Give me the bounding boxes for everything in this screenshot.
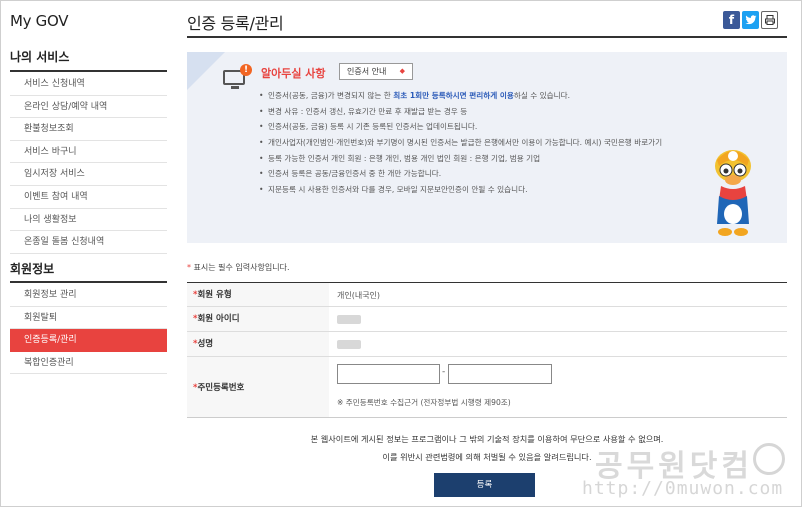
cert-guide-label: 인증서 안내 bbox=[347, 67, 387, 76]
notice-item: 등록 가능한 인증서 개인 회원 : 은행 개인, 범용 개인 법인 회원 : … bbox=[259, 154, 699, 165]
notice-list: 인증서(공동, 금융)가 변경되지 않는 한 최초 1회만 등록하시면 편리하게… bbox=[259, 91, 699, 201]
sidebar-item-service-history[interactable]: 서비스 신청내역 bbox=[10, 73, 167, 96]
sidebar-item-event-history[interactable]: 이벤트 참여 내역 bbox=[10, 186, 167, 209]
notice-corner-decoration bbox=[187, 52, 225, 90]
name-row: *성명 bbox=[187, 332, 787, 357]
notice-item: 변경 사유 : 인증서 갱신, 유효기간 만료 후 재발급 받는 경우 등 bbox=[259, 107, 699, 118]
rrn-separator: - bbox=[442, 367, 446, 377]
register-button[interactable]: 등록 bbox=[434, 473, 535, 497]
sidebar: My GOV 나의 서비스 서비스 신청내역 온라인 상담/예약 내역 환불청보… bbox=[10, 0, 167, 507]
name-label: *성명 bbox=[187, 332, 329, 356]
sidebar-item-temp-saved[interactable]: 임시저장 서비스 bbox=[10, 163, 167, 186]
sidebar-item-member-manage[interactable]: 회원정보 관리 bbox=[10, 284, 167, 307]
rrn-row: *주민등록번호 - ※ 주민등록번호 수집근거 (전자정부법 시행령 제90조) bbox=[187, 357, 787, 418]
member-id-row: *회원 아이디 bbox=[187, 307, 787, 332]
required-star-icon: * bbox=[187, 263, 191, 272]
print-icon[interactable] bbox=[761, 11, 778, 29]
rrn-back-input[interactable] bbox=[448, 364, 552, 384]
notice-item: 개인사업자(개인범인·개인번호)와 부기명이 명시된 인증서는 발급한 은행에서… bbox=[259, 138, 699, 149]
notice-item: 지문등록 시 사용한 인증서와 다를 경우, 모바일 지문보안인증이 안될 수 … bbox=[259, 185, 699, 196]
alert-icon: ! bbox=[240, 64, 252, 76]
rrn-front-input[interactable] bbox=[337, 364, 440, 384]
notice-item: 인증서 등록은 공동/금융인증서 중 한 개만 가능합니다. bbox=[259, 169, 699, 180]
mascot-illustration bbox=[715, 150, 751, 236]
sidebar-item-consult-history[interactable]: 온라인 상담/예약 내역 bbox=[10, 96, 167, 119]
watermark-logo-icon bbox=[753, 443, 785, 475]
sidebar-item-withdraw[interactable]: 회원탈퇴 bbox=[10, 307, 167, 330]
member-id-label: *회원 아이디 bbox=[187, 307, 329, 331]
notice-item: 인증서(공동, 금융)가 변경되지 않는 한 최초 1회만 등록하시면 편리하게… bbox=[259, 91, 699, 102]
sidebar-item-service-cart[interactable]: 서비스 바구니 bbox=[10, 141, 167, 164]
notice-box: ! 알아두실 사항 인증서 안내 ◆ 인증서(공동, 금융)가 변경되지 않는 한… bbox=[187, 52, 787, 243]
sidebar-item-cert-manage[interactable]: 인증등록/관리 bbox=[10, 329, 167, 352]
member-type-row: *회원 유형 개인(내국인) bbox=[187, 283, 787, 307]
member-type-value: 개인(내국인) bbox=[337, 291, 381, 300]
facebook-icon[interactable]: f bbox=[723, 11, 740, 29]
sidebar-item-refund-inquiry[interactable]: 환불청보조회 bbox=[10, 118, 167, 141]
rrn-label: *주민등록번호 bbox=[187, 357, 329, 418]
chevron-right-icon: ◆ bbox=[399, 67, 405, 75]
title-divider bbox=[187, 36, 787, 38]
sidebar-item-care-history[interactable]: 온종일 돌봄 신청내역 bbox=[10, 231, 167, 254]
sidebar-section-member-info[interactable]: 회원정보 bbox=[10, 260, 167, 283]
notice-item: 인증서(공동, 금융) 등록 시 기존 등록된 인증서는 업데이트됩니다. bbox=[259, 122, 699, 133]
page-title: 인증 등록/관리 bbox=[187, 14, 284, 33]
required-note: * 표시는 필수 입력사항입니다. bbox=[187, 263, 290, 272]
sidebar-item-multi-auth[interactable]: 복합인증관리 bbox=[10, 352, 167, 375]
cert-guide-button[interactable]: 인증서 안내 ◆ bbox=[339, 63, 413, 80]
twitter-icon[interactable] bbox=[742, 11, 759, 29]
member-id-value bbox=[337, 315, 361, 326]
sidebar-item-life-info[interactable]: 나의 생활정보 bbox=[10, 209, 167, 232]
rrn-hint: ※ 주민등록번호 수집근거 (전자정부법 시행령 제90조) bbox=[337, 398, 511, 407]
watermark-url: http://0muwon.com bbox=[582, 478, 784, 499]
app-title: My GOV bbox=[10, 12, 69, 30]
form-bottom-divider bbox=[187, 417, 787, 418]
sidebar-section-my-services[interactable]: 나의 서비스 bbox=[10, 48, 167, 72]
notice-title: 알아두실 사항 bbox=[261, 67, 326, 80]
name-value bbox=[337, 340, 361, 351]
member-type-label: *회원 유형 bbox=[187, 283, 329, 306]
sidebar-menu-services: 서비스 신청내역 온라인 상담/예약 내역 환불청보조회 서비스 바구니 임시저… bbox=[10, 73, 167, 254]
sidebar-menu-member: 회원정보 관리 회원탈퇴 인증등록/관리 복합인증관리 bbox=[10, 284, 167, 375]
